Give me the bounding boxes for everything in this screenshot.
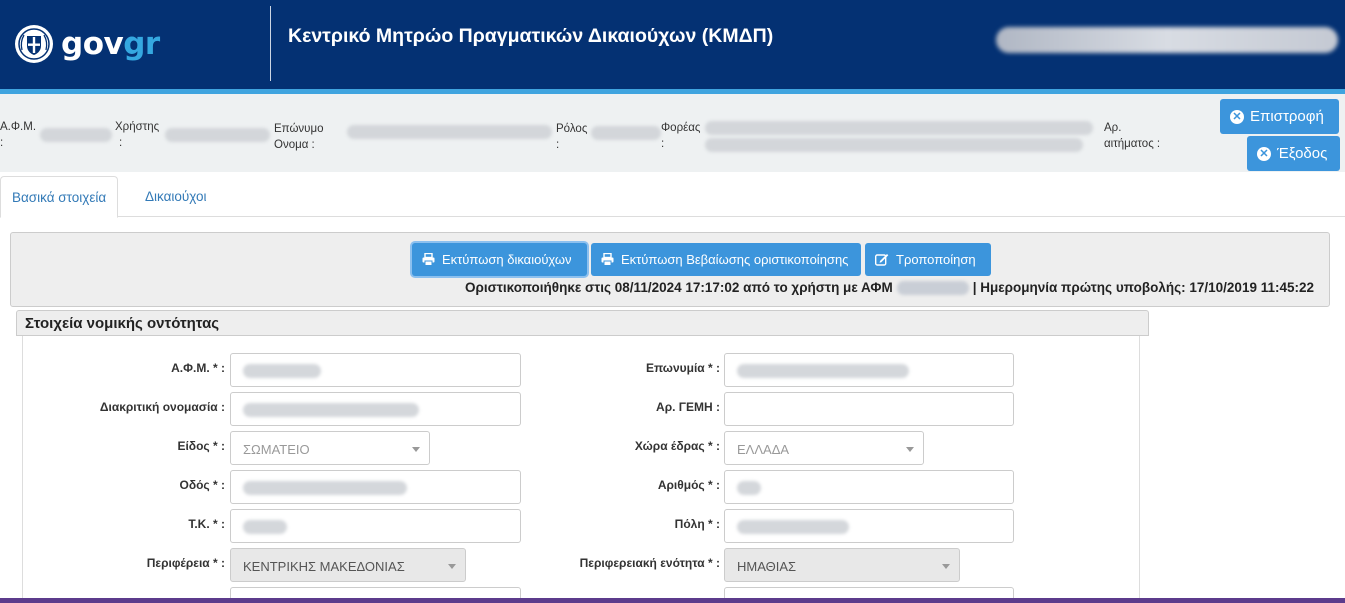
print-beneficiaries-button[interactable]: Εκτύπωση δικαιούχων [412,243,587,276]
page-root: govgr Κεντρικό Μητρώο Πραγματικών Δικαιο… [0,0,1345,603]
perifereia-select[interactable]: ΚΕΝΤΡΙΚΗΣ ΜΑΚΕΔΟΝΙΑΣ [230,548,466,582]
bottom-accent-bar [0,598,1345,603]
tab-bar: Βασικά στοιχεία Δικαιούχοι [0,176,1345,218]
user-info-redacted [996,27,1338,53]
poli-field[interactable] [724,509,1014,543]
name-value-redacted [347,125,552,139]
xora-field-label: Χώρα έδρας * : [634,439,720,453]
role-value-redacted [591,126,661,140]
edit-icon [875,254,889,266]
print-certificate-label: Εκτύπωση Βεβαίωσης οριστικοποίησης [621,252,849,267]
user-info-bar: Α.Φ.Μ.: Χρήστης: Επώνυμο Ονομα : Ρόλος: Φ… [0,94,1345,172]
eponymia-field-value-redacted [737,364,909,378]
back-button-label: Επιστροφή [1250,108,1324,125]
greek-emblem-icon [15,25,53,63]
chevron-down-icon [412,447,420,452]
afm-value-redacted [40,128,112,142]
user-label: Χρήστης: [115,121,160,149]
gemi-field[interactable] [724,392,1014,426]
enotita-field-label: Περιφερειακή ενότητα * : [579,556,720,570]
tab-basic-info[interactable]: Βασικά στοιχεία [0,176,119,218]
org-value-redacted-1 [705,121,1093,135]
odos-field[interactable] [230,470,521,504]
name-label: Επώνυμο Ονομα : [274,123,324,151]
tab-beneficiaries[interactable]: Δικαιούχοι [134,176,218,217]
tk-field-label: Τ.Κ. * : [188,517,225,531]
enotita-select-value: ΗΜΑΘΙΑΣ [737,559,797,574]
print-beneficiaries-label: Εκτύπωση δικαιούχων [442,252,572,267]
role-label: Ρόλος: [556,123,588,151]
poli-field-value-redacted [737,520,849,534]
page-title: Κεντρικό Μητρώο Πραγματικών Δικαιούχων (… [288,25,774,47]
diakritiki-field[interactable] [230,392,521,426]
legal-entity-section-header: Στοιχεία νομικής οντότητας [16,310,1149,336]
afm-label: Α.Φ.Μ.: [0,121,37,149]
action-panel: Εκτύπωση δικαιούχων Εκτύπωση Βεβαίωσης ο… [10,232,1330,307]
eidos-select-value: ΣΩΜΑΤΕΙΟ [243,442,310,457]
arithmos-field-value-redacted [737,481,761,495]
diakritiki-field-label: Διακριτική ονομασία : [99,400,225,414]
perifereia-select-value: ΚΕΝΤΡΙΚΗΣ ΜΑΚΕΔΟΝΙΑΣ [243,559,405,574]
modify-label: Τροποποίηση [896,252,976,267]
eponymia-field[interactable] [724,353,1014,387]
request-number-label: Αρ. αιτήματος : [1104,122,1161,150]
org-label: Φορέας: [661,122,701,150]
finalization-status: Οριστικοποιήθηκε στις 08/11/2024 17:17:0… [465,280,1314,295]
exit-button-label: Έξοδος [1277,145,1328,162]
chevron-down-icon [942,564,950,569]
status-afm-redacted [896,280,969,295]
xora-select-value: ΕΛΛΑΔΑ [737,442,790,457]
poli-field-label: Πόλη * : [674,517,720,531]
tk-field-value-redacted [243,520,287,534]
close-circle-icon: ✕ [1230,109,1244,124]
back-button[interactable]: ✕ Επιστροφή [1220,99,1339,134]
close-circle-icon: ✕ [1257,146,1271,161]
modify-button[interactable]: Τροποποίηση [865,243,991,276]
odos-field-label: Οδός * : [179,478,225,492]
status-suffix-text: | Ημερομηνία πρώτης υποβολής: 17/10/2019… [972,280,1314,295]
user-value-redacted [165,128,270,142]
afm-field[interactable] [230,353,521,387]
chevron-down-icon [906,447,914,452]
org-value-redacted-2 [705,138,1083,152]
diakritiki-field-value-redacted [243,403,419,417]
exit-button[interactable]: ✕ Έξοδος [1247,136,1340,171]
govgr-logo[interactable]: govgr [14,24,160,64]
xora-select[interactable]: ΕΛΛΑΔΑ [724,431,924,465]
eidos-select[interactable]: ΣΩΜΑΤΕΙΟ [230,431,430,465]
print-icon [601,253,614,266]
eidos-field-label: Είδος * : [177,439,225,453]
chevron-down-icon [448,564,456,569]
eponymia-field-label: Επωνυμία * : [645,361,720,375]
odos-field-value-redacted [243,481,407,495]
afm-field-value-redacted [243,364,321,378]
arithmos-field[interactable] [724,470,1014,504]
enotita-select[interactable]: ΗΜΑΘΙΑΣ [724,548,960,582]
header-divider [270,6,271,81]
print-icon [422,253,435,266]
tk-field[interactable] [230,509,521,543]
top-header: govgr Κεντρικό Μητρώο Πραγματικών Δικαιο… [0,0,1345,89]
gemi-field-label: Αρ. ΓΕΜΗ : [656,400,720,414]
status-prefix-text: Οριστικοποιήθηκε στις 08/11/2024 17:17:0… [465,280,893,295]
arithmos-field-label: Αριθμός * : [657,478,720,492]
print-certificate-button[interactable]: Εκτύπωση Βεβαίωσης οριστικοποίησης [591,243,861,276]
perifereia-field-label: Περιφέρεια * : [146,556,225,570]
govgr-wordmark: govgr [61,26,160,62]
afm-field-label: Α.Φ.Μ. * : [171,361,225,375]
